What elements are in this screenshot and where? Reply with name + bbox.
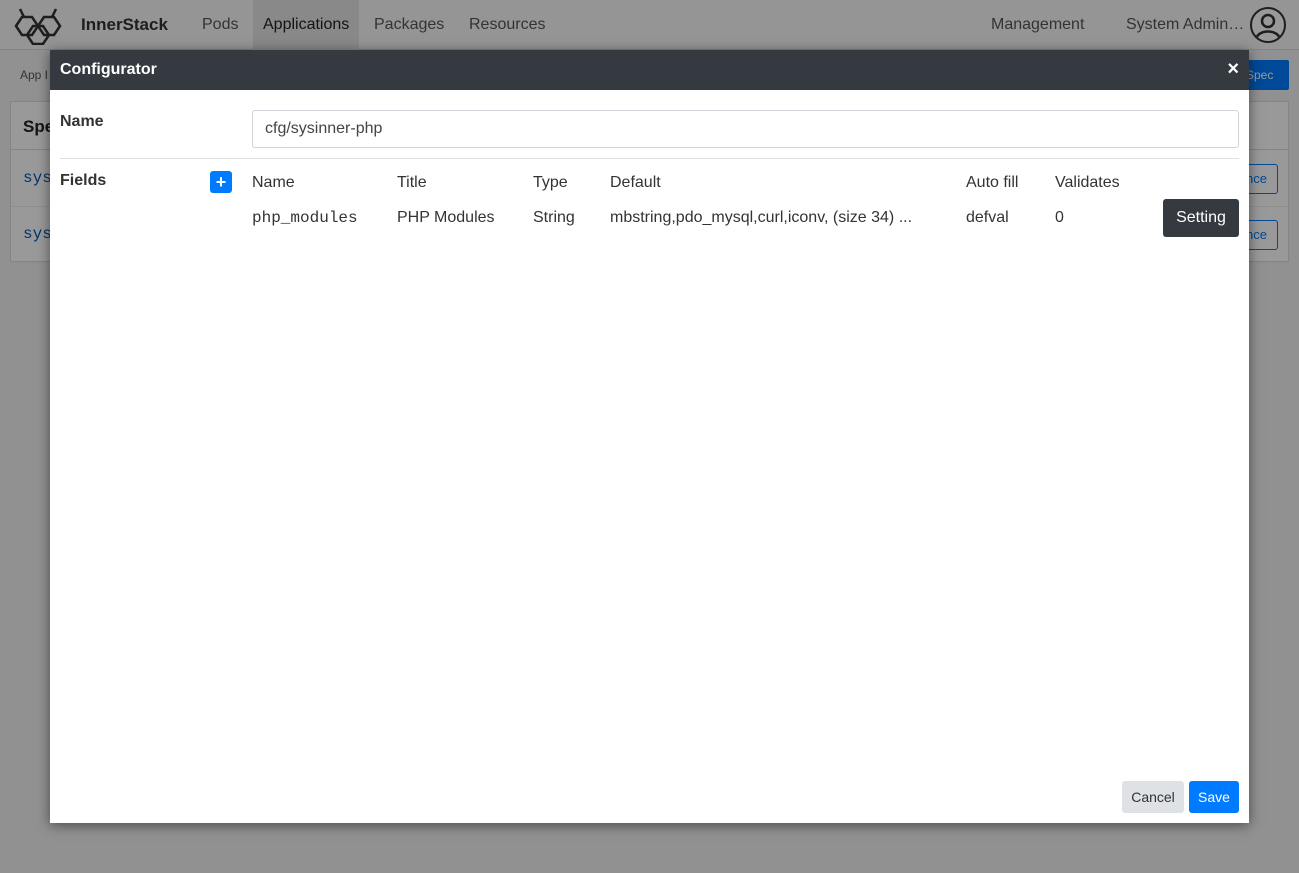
field-validates: 0 [1055, 209, 1064, 226]
configurator-modal: Configurator × Name Fields + Name Title … [50, 50, 1249, 823]
name-input[interactable] [252, 110, 1239, 148]
modal-header: Configurator × [50, 50, 1249, 90]
close-icon[interactable]: × [1227, 58, 1239, 80]
cancel-button[interactable]: Cancel [1122, 781, 1184, 813]
column-header-default: Default [610, 174, 661, 191]
column-header-title: Title [397, 174, 427, 191]
field-auto-fill: defval [966, 209, 1009, 226]
divider [60, 158, 1239, 159]
setting-button[interactable]: Setting [1163, 199, 1239, 237]
column-header-validates: Validates [1055, 174, 1120, 191]
column-header-name: Name [252, 174, 295, 191]
field-title: PHP Modules [397, 209, 495, 226]
fields-label: Fields [60, 172, 107, 189]
add-field-button[interactable]: + [210, 171, 232, 193]
modal-title: Configurator [60, 61, 157, 78]
field-type: String [533, 209, 575, 226]
field-default: mbstring,pdo_mysql,curl,iconv, (size 34)… [610, 209, 913, 226]
field-name: php_modules [252, 209, 358, 227]
name-label: Name [60, 113, 104, 130]
column-header-type: Type [533, 174, 568, 191]
save-button[interactable]: Save [1189, 781, 1239, 813]
column-header-auto-fill: Auto fill [966, 174, 1019, 191]
